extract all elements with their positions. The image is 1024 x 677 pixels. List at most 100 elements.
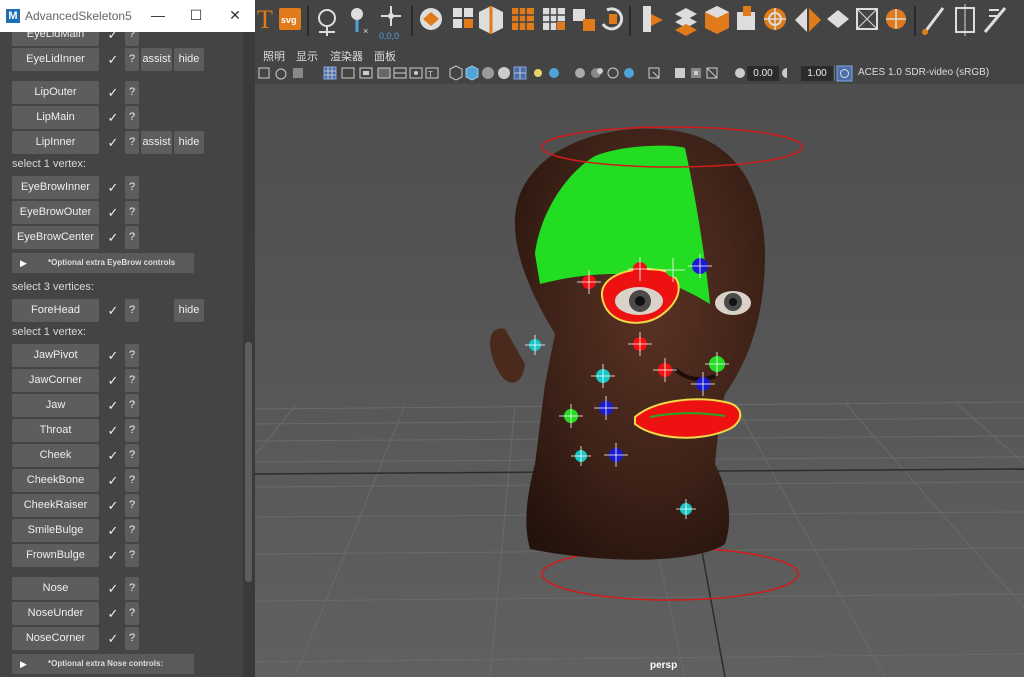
- cheekbone-button[interactable]: CheekBone: [12, 469, 99, 492]
- eyebrowouter-checkbox[interactable]: ✓: [105, 205, 121, 221]
- move-joint-icon[interactable]: ×: [351, 8, 368, 36]
- brush-icon[interactable]: [983, 7, 1007, 33]
- lipinner-help-button[interactable]: ?: [125, 131, 139, 154]
- swap-icon[interactable]: [573, 9, 595, 31]
- lipmain-checkbox[interactable]: ✓: [105, 110, 121, 126]
- nosecorner-button[interactable]: NoseCorner: [12, 627, 99, 650]
- mirror-cube-icon[interactable]: [795, 8, 821, 32]
- origin-icon[interactable]: 0,0,0: [379, 6, 401, 41]
- marker-cyan-jaw-pivot[interactable]: [525, 335, 545, 355]
- depth-of-field-icon[interactable]: [624, 68, 634, 78]
- split-cube-icon[interactable]: [479, 6, 503, 34]
- motion-blur-icon[interactable]: [591, 68, 603, 78]
- cycle-icon[interactable]: [601, 7, 624, 31]
- bracket-icon[interactable]: [955, 4, 975, 36]
- exposure-field[interactable]: 0.00: [747, 66, 779, 81]
- optional-controls-expander[interactable]: ▶ *Optional extra EyeBrow controls: [12, 253, 194, 273]
- jawpivot-button[interactable]: JawPivot: [12, 344, 99, 367]
- forehead-hide-button[interactable]: hide: [174, 299, 204, 322]
- exposure-icon[interactable]: [735, 68, 745, 78]
- svg-icon[interactable]: svg: [279, 8, 301, 30]
- box-icon[interactable]: [705, 6, 729, 34]
- lipinner-button[interactable]: LipInner: [12, 131, 99, 154]
- noseunder-help-button[interactable]: ?: [125, 602, 139, 625]
- maximize-button[interactable]: ☐: [182, 4, 210, 26]
- diamond-icon[interactable]: [827, 10, 849, 28]
- lipinner-checkbox[interactable]: ✓: [105, 135, 121, 151]
- cubes-icon[interactable]: [453, 8, 473, 28]
- optional-controls-expander[interactable]: ▶ *Optional extra Nose controls:: [12, 654, 194, 674]
- colorspace-label[interactable]: ACES 1.0 SDR-video (sRGB): [858, 67, 989, 78]
- mirror-icon[interactable]: [643, 6, 663, 32]
- bookmark-icon[interactable]: [293, 68, 303, 78]
- xray-icon[interactable]: [675, 68, 685, 78]
- field-chart-icon[interactable]: [393, 67, 407, 79]
- frame-icon[interactable]: [856, 8, 878, 30]
- panel-scrollbar[interactable]: [243, 32, 255, 677]
- default-material-icon[interactable]: [498, 67, 510, 79]
- stack-icon[interactable]: [675, 8, 697, 36]
- scrollbar-thumb[interactable]: [245, 342, 252, 582]
- shape-icon[interactable]: [420, 8, 442, 30]
- jaw-help-button[interactable]: ?: [125, 394, 139, 417]
- nosecorner-checkbox[interactable]: ✓: [105, 631, 121, 647]
- eyebrowinner-checkbox[interactable]: ✓: [105, 180, 121, 196]
- eyelidinner-checkbox[interactable]: ✓: [105, 52, 121, 68]
- isolate-select-icon[interactable]: [648, 67, 660, 79]
- eyebrowcenter-checkbox[interactable]: ✓: [105, 230, 121, 246]
- forehead-checkbox[interactable]: ✓: [105, 303, 121, 319]
- menu-lighting[interactable]: 照明: [263, 48, 285, 64]
- eyebrowcenter-help-button[interactable]: ?: [125, 226, 139, 249]
- throat-help-button[interactable]: ?: [125, 419, 139, 442]
- eyelidinner-help-button[interactable]: ?: [125, 48, 139, 71]
- grid-cube-icon[interactable]: [512, 8, 534, 30]
- film-gate-icon[interactable]: [341, 67, 355, 79]
- minimize-button[interactable]: —: [144, 4, 172, 26]
- cheek-checkbox[interactable]: ✓: [105, 448, 121, 464]
- eyebrowouter-help-button[interactable]: ?: [125, 201, 139, 224]
- jaw-button[interactable]: Jaw: [12, 394, 99, 417]
- grid-toggle-icon[interactable]: [323, 66, 337, 80]
- screen-space-ao-icon[interactable]: [575, 68, 585, 78]
- frownbulge-button[interactable]: FrownBulge: [12, 544, 99, 567]
- nose-button[interactable]: Nose: [12, 577, 99, 600]
- joint-icon[interactable]: [318, 9, 336, 36]
- smilebulge-checkbox[interactable]: ✓: [105, 523, 121, 539]
- forehead-help-button[interactable]: ?: [125, 299, 139, 322]
- resolution-gate-icon[interactable]: [359, 67, 373, 79]
- lipinner-assist-button[interactable]: assist: [141, 131, 172, 154]
- nose-help-button[interactable]: ?: [125, 577, 139, 600]
- xray-active-icon[interactable]: [691, 68, 701, 78]
- eyebrowinner-help-button[interactable]: ?: [125, 176, 139, 199]
- eyelidinner-hide-button[interactable]: hide: [174, 48, 204, 71]
- puzzle-icon[interactable]: [737, 6, 755, 30]
- cheekbone-help-button[interactable]: ?: [125, 469, 139, 492]
- eyebrowouter-button[interactable]: EyeBrowOuter: [12, 201, 99, 224]
- gate-mask-icon[interactable]: [377, 67, 391, 79]
- safe-title-icon[interactable]: T: [425, 67, 439, 79]
- eyelidinner-button[interactable]: EyeLidInner: [12, 48, 99, 71]
- jawcorner-button[interactable]: JawCorner: [12, 369, 99, 392]
- safe-action-icon[interactable]: [409, 67, 423, 79]
- eyelidmain-checkbox[interactable]: ✓: [105, 32, 121, 43]
- forehead-button[interactable]: ForeHead: [12, 299, 99, 322]
- textured-icon[interactable]: [513, 66, 527, 80]
- lights-icon[interactable]: [534, 69, 542, 77]
- smilebulge-help-button[interactable]: ?: [125, 519, 139, 542]
- lipouter-checkbox[interactable]: ✓: [105, 85, 121, 101]
- eyelidmain-help-button[interactable]: ?: [125, 32, 139, 46]
- cheekraiser-checkbox[interactable]: ✓: [105, 498, 121, 514]
- frownbulge-checkbox[interactable]: ✓: [105, 548, 121, 564]
- noseunder-button[interactable]: NoseUnder: [12, 602, 99, 625]
- lipmain-button[interactable]: LipMain: [12, 106, 99, 129]
- lipmain-help-button[interactable]: ?: [125, 106, 139, 129]
- menu-panels[interactable]: 面板: [374, 48, 396, 64]
- lipouter-button[interactable]: LipOuter: [12, 81, 99, 104]
- nosecorner-help-button[interactable]: ?: [125, 627, 139, 650]
- paint-icon[interactable]: [922, 7, 945, 35]
- jawcorner-help-button[interactable]: ?: [125, 369, 139, 392]
- sphere-icon[interactable]: [886, 9, 906, 29]
- menu-renderer[interactable]: 渲染器: [330, 48, 363, 64]
- gamma-field[interactable]: 1.00: [801, 66, 833, 81]
- frownbulge-help-button[interactable]: ?: [125, 544, 139, 567]
